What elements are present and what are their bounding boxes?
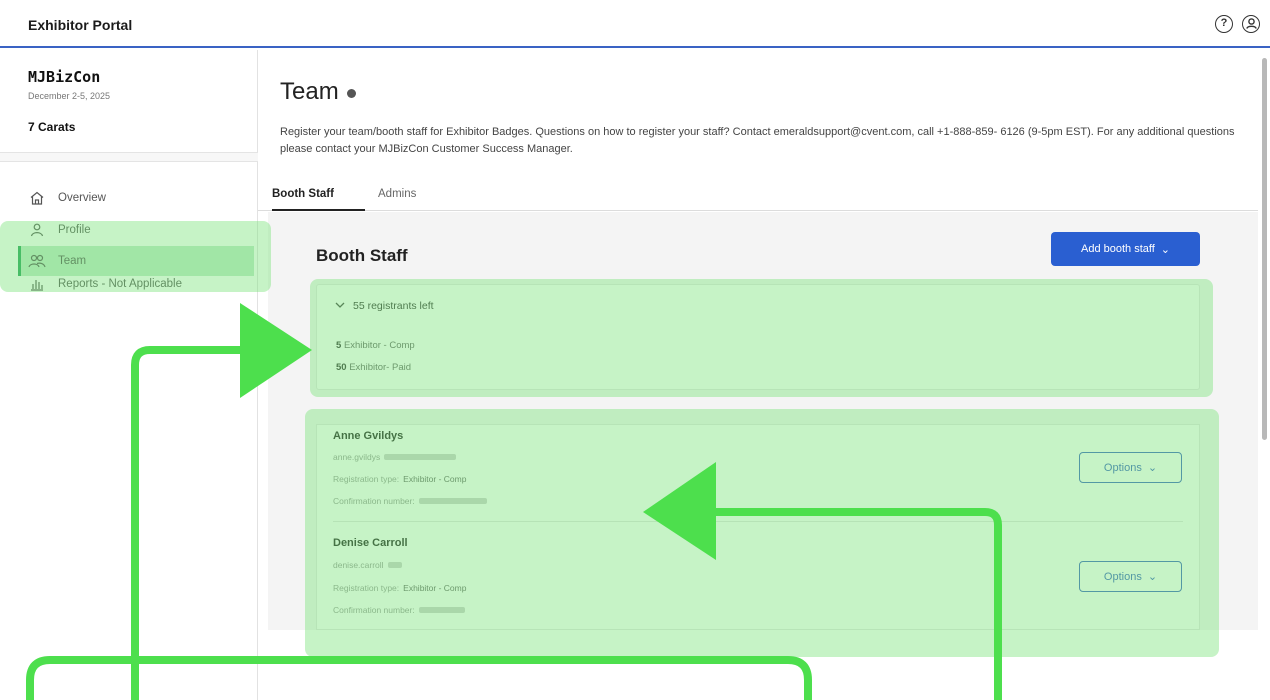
- highlight-registrants: [310, 279, 1213, 397]
- sidebar-item-label: Overview: [58, 192, 106, 204]
- page-description: Register your team/booth staff for Exhib…: [280, 126, 1235, 155]
- company-name: 7 Carats: [28, 120, 76, 134]
- tab-booth-staff[interactable]: Booth Staff: [272, 188, 334, 200]
- add-booth-staff-label: Add booth staff: [1080, 243, 1155, 255]
- top-bar: Exhibitor Portal ?: [0, 0, 1270, 48]
- tab-bar: Booth Staff Admins: [258, 183, 1258, 211]
- chevron-down-icon: ⌄: [1160, 243, 1171, 256]
- home-icon: [28, 189, 46, 207]
- sidebar-item-overview[interactable]: Overview: [28, 188, 106, 208]
- page-title: Team: [280, 78, 339, 105]
- sidebar-divider: [0, 152, 258, 162]
- tab-admins[interactable]: Admins: [378, 188, 416, 200]
- add-booth-staff-button[interactable]: Add booth staff ⌄: [1051, 232, 1200, 266]
- active-tab-indicator: [272, 209, 365, 211]
- sidebar: MJBizCon December 2-5, 2025 7 Carats Ove…: [0, 50, 258, 700]
- user-circle-icon[interactable]: [1242, 15, 1260, 33]
- app-title: Exhibitor Portal: [28, 17, 133, 33]
- section-title: Booth Staff: [316, 246, 408, 265]
- highlight-staff-list: [305, 409, 1219, 657]
- user-glyph-icon: [1245, 18, 1257, 29]
- help-circle-icon[interactable]: ?: [1215, 15, 1233, 33]
- event-dates: December 2-5, 2025: [28, 91, 111, 101]
- event-name: MJBizCon: [28, 68, 101, 86]
- scrollbar[interactable]: [1262, 58, 1267, 440]
- highlight-team-nav: [0, 221, 271, 292]
- info-icon[interactable]: [347, 89, 356, 98]
